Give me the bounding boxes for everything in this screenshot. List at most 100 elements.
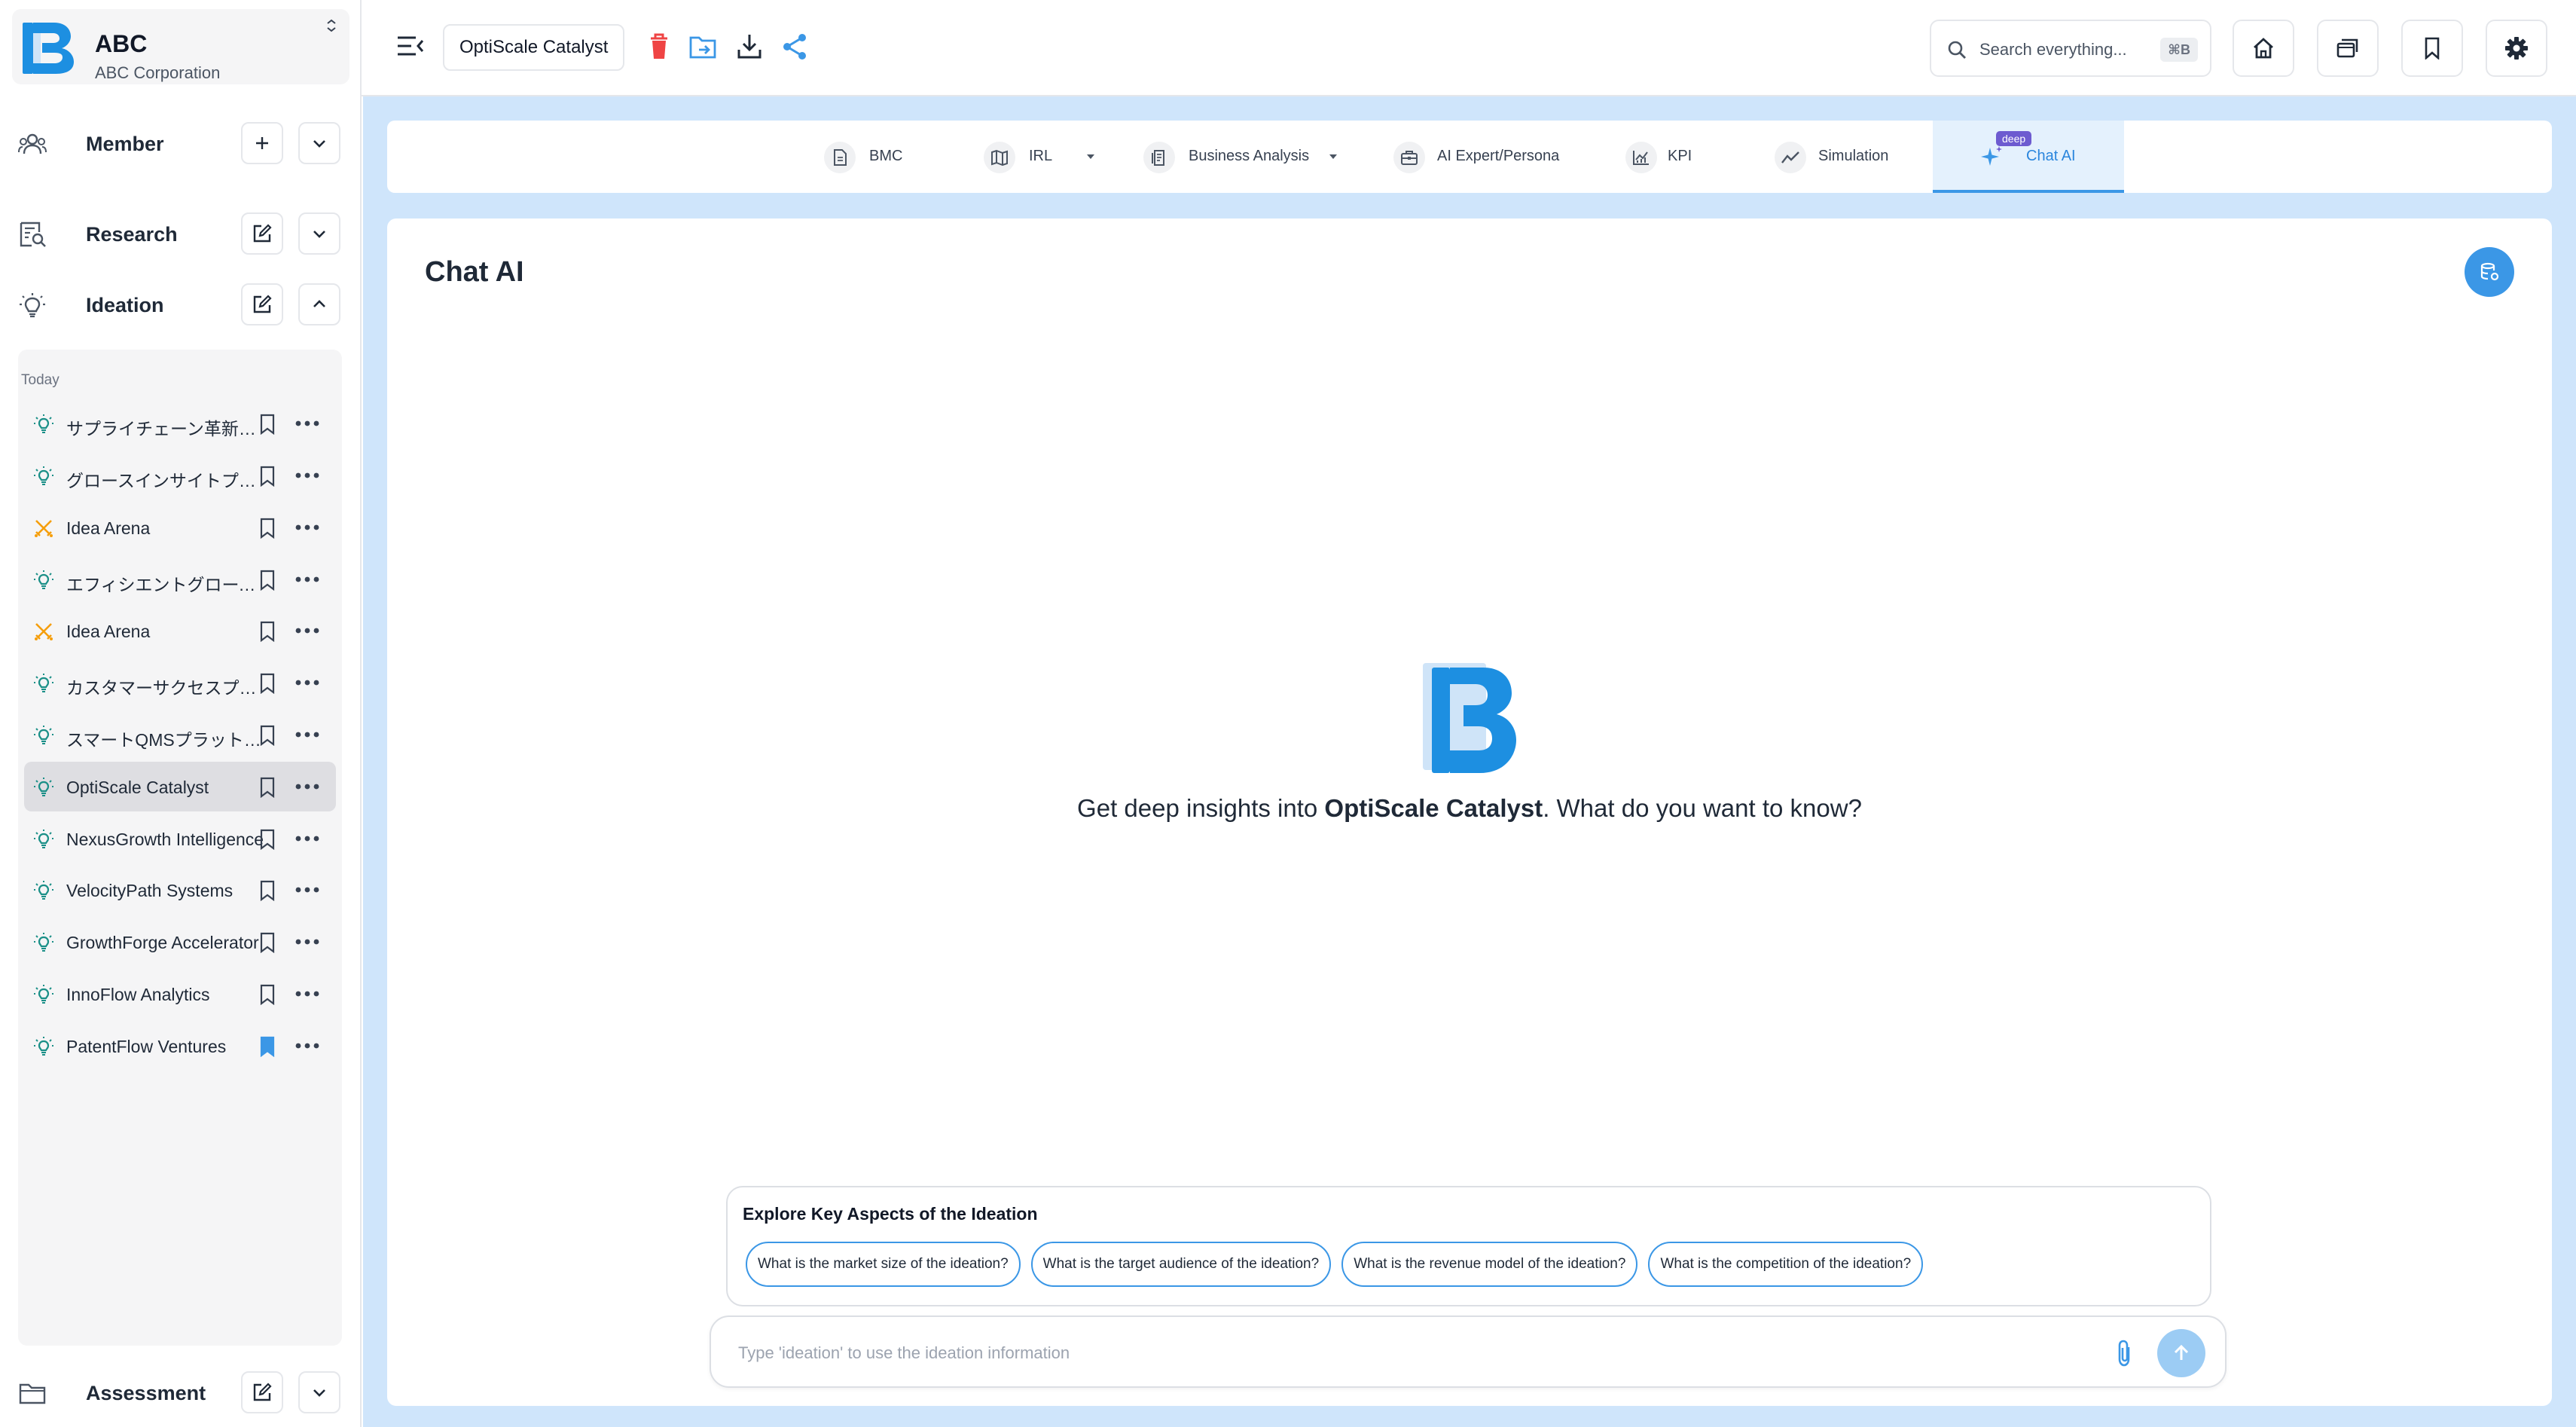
- section-ideation[interactable]: Ideation: [0, 280, 362, 328]
- list-item[interactable]: サプライチェーン革新ソリューション: [24, 399, 336, 448]
- edit-icon: [253, 224, 272, 243]
- list-item-label: VelocityPath Systems: [66, 881, 233, 900]
- settings-button[interactable]: [2486, 20, 2547, 77]
- tab-ai-expert-persona[interactable]: AI Expert/Persona: [1393, 121, 1574, 193]
- more-options-icon[interactable]: [294, 571, 321, 588]
- list-item-label: InnoFlow Analytics: [66, 985, 210, 1004]
- list-item-selected[interactable]: OptiScale Catalyst: [24, 762, 336, 811]
- suggestion-chip[interactable]: What is the target audience of the ideat…: [1030, 1242, 1332, 1287]
- more-options-icon[interactable]: [294, 622, 321, 639]
- chat-history-button[interactable]: [2465, 247, 2514, 297]
- bookmark-icon[interactable]: [259, 414, 276, 435]
- list-item-label: PatentFlow Ventures: [66, 1037, 227, 1056]
- research-edit-button[interactable]: [241, 212, 283, 255]
- paperclip-icon[interactable]: [2114, 1338, 2136, 1368]
- list-item[interactable]: NexusGrowth Intelligence: [24, 814, 336, 863]
- list-item[interactable]: Idea Arena: [24, 606, 336, 655]
- assessment-expand-button[interactable]: [298, 1371, 340, 1413]
- more-options-icon[interactable]: [294, 519, 321, 536]
- brand-logo-icon: [1423, 663, 1516, 773]
- main-content: BMC IRL Business Analysis AI Expert/Pers…: [363, 96, 2576, 1427]
- bookmark-icon[interactable]: [259, 777, 276, 798]
- chat-message-input[interactable]: [738, 1338, 2019, 1368]
- bookmark-icon[interactable]: [259, 829, 276, 850]
- section-assessment[interactable]: Assessment: [0, 1368, 362, 1416]
- download-icon[interactable]: [735, 32, 764, 62]
- bookmarks-button[interactable]: [2401, 20, 2463, 77]
- share-icon[interactable]: [780, 32, 809, 62]
- research-expand-button[interactable]: [298, 212, 340, 255]
- list-item-label: スマートQMSプラットフォーム: [66, 730, 270, 750]
- document-icon: [824, 142, 856, 173]
- ideation-edit-button[interactable]: [241, 283, 283, 325]
- tab-business-analysis[interactable]: Business Analysis: [1143, 121, 1369, 193]
- search-input[interactable]: [1979, 36, 2145, 63]
- chat-intro-text: Get deep insights into OptiScale Catalys…: [387, 794, 2552, 823]
- suggestion-chip[interactable]: What is the market size of the ideation?: [746, 1242, 1021, 1287]
- bookmark-icon[interactable]: [259, 1036, 276, 1057]
- more-options-icon[interactable]: [294, 1037, 321, 1054]
- more-options-icon[interactable]: [294, 934, 321, 950]
- trash-icon[interactable]: [645, 32, 673, 62]
- list-item[interactable]: カスタマーサクセスプラットフォーム: [24, 658, 336, 707]
- move-folder-icon[interactable]: [688, 32, 717, 62]
- bookmark-icon[interactable]: [259, 984, 276, 1005]
- assessment-edit-button[interactable]: [241, 1371, 283, 1413]
- section-member[interactable]: Member: [0, 119, 362, 167]
- bookmark-icon[interactable]: [259, 466, 276, 487]
- home-button[interactable]: [2233, 20, 2294, 77]
- tab-simulation[interactable]: Simulation: [1775, 121, 1925, 193]
- list-item[interactable]: グロースインサイトプラットフォーム: [24, 451, 336, 500]
- ideation-collapse-button[interactable]: [298, 283, 340, 325]
- bookmark-icon[interactable]: [259, 880, 276, 901]
- suggestion-chip[interactable]: What is the competition of the ideation?: [1648, 1242, 1924, 1287]
- tab-bmc[interactable]: BMC: [824, 121, 929, 193]
- collapse-sidebar-icon[interactable]: [396, 33, 425, 59]
- more-options-icon[interactable]: [294, 985, 321, 1002]
- list-item[interactable]: GrowthForge Accelerator: [24, 917, 336, 967]
- dropdown-caret-icon: [1087, 154, 1094, 159]
- bookmark-icon[interactable]: [259, 673, 276, 694]
- more-options-icon[interactable]: [294, 415, 321, 432]
- more-options-icon[interactable]: [294, 882, 321, 898]
- folder-icon: [19, 1383, 46, 1404]
- briefcase-icon: [1393, 142, 1425, 173]
- list-item[interactable]: PatentFlow Ventures: [24, 1021, 336, 1071]
- crossed-swords-icon: [33, 621, 54, 642]
- bookmark-icon[interactable]: [259, 518, 276, 539]
- list-item[interactable]: スマートQMSプラットフォーム: [24, 710, 336, 759]
- organization-switcher[interactable]: ABC ABC Corporation: [12, 9, 349, 84]
- library-button[interactable]: [2317, 20, 2379, 77]
- list-item-label: サプライチェーン革新ソリューション: [66, 419, 270, 438]
- send-button[interactable]: [2157, 1329, 2205, 1377]
- bookmark-icon[interactable]: [259, 570, 276, 591]
- more-options-icon[interactable]: [294, 467, 321, 484]
- more-options-icon[interactable]: [294, 726, 321, 743]
- bookmark-icon[interactable]: [259, 621, 276, 642]
- tab-chat-ai[interactable]: deep Chat AI: [1933, 121, 2124, 193]
- suggestion-chip[interactable]: What is the revenue model of the ideatio…: [1341, 1242, 1638, 1287]
- chevron-down-icon: [313, 140, 325, 148]
- global-search[interactable]: ⌘B: [1930, 20, 2211, 77]
- more-options-icon[interactable]: [294, 674, 321, 691]
- tab-irl[interactable]: IRL: [984, 121, 1097, 193]
- member-expand-button[interactable]: [298, 122, 340, 164]
- more-options-icon[interactable]: [294, 830, 321, 847]
- list-item[interactable]: InnoFlow Analytics: [24, 969, 336, 1019]
- lightbulb-icon: [33, 829, 54, 850]
- bookmark-icon[interactable]: [259, 932, 276, 953]
- tab-kpi[interactable]: KPI: [1625, 121, 1716, 193]
- add-member-button[interactable]: [241, 122, 283, 164]
- section-research[interactable]: Research: [0, 209, 362, 258]
- lightbulb-icon: [33, 932, 54, 953]
- plus-icon: [256, 137, 268, 149]
- expand-collapse-icon[interactable]: [322, 17, 340, 35]
- more-options-icon[interactable]: [294, 778, 321, 795]
- list-item[interactable]: VelocityPath Systems: [24, 865, 336, 915]
- page-title[interactable]: OptiScale Catalyst: [443, 24, 625, 71]
- bookmark-icon[interactable]: [259, 725, 276, 746]
- list-item[interactable]: Idea Arena: [24, 503, 336, 552]
- list-item[interactable]: エフィシエントグロースシステム: [24, 555, 336, 604]
- research-icon: [20, 222, 46, 247]
- list-item-label: エフィシエントグロースシステム: [66, 575, 270, 594]
